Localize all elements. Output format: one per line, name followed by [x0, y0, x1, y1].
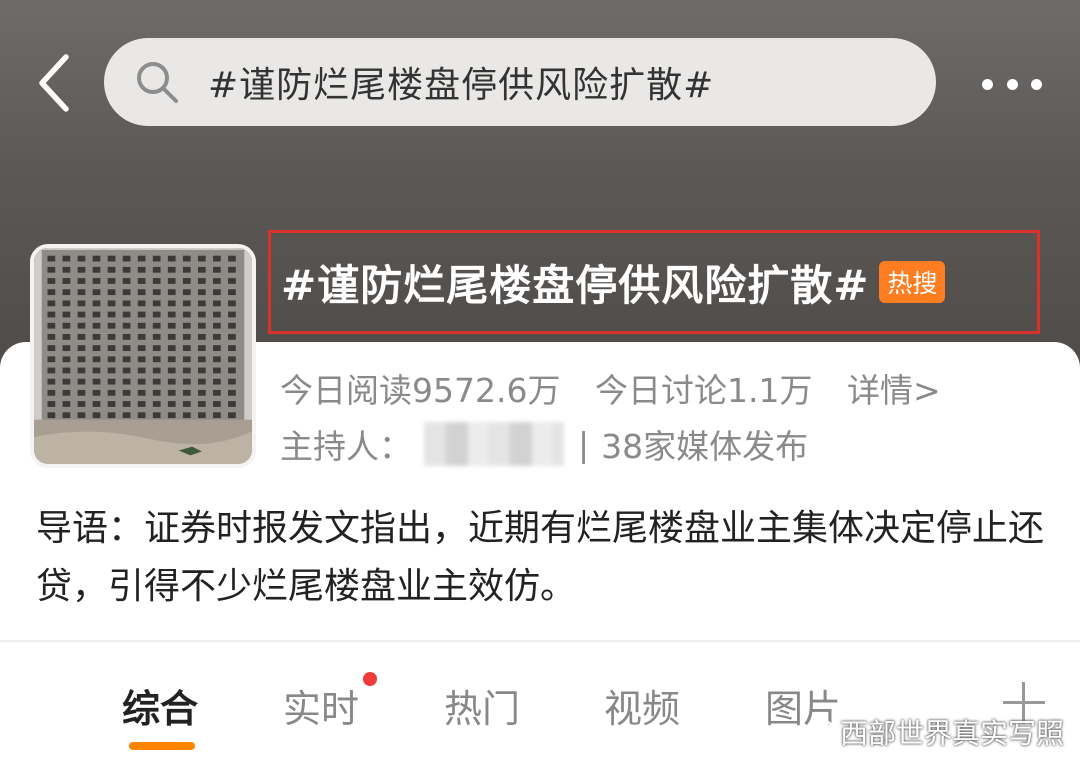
active-tab-indicator: [129, 742, 195, 750]
watermark: 西部世界真实写照: [796, 712, 1064, 752]
more-dots-icon: [982, 78, 993, 90]
tab-comprehensive[interactable]: 综合: [122, 678, 198, 733]
back-button[interactable]: [26, 48, 82, 118]
today-read-count: 今日阅读9572.6万: [280, 371, 561, 410]
today-discuss-count: 今日讨论1.1万: [594, 371, 813, 410]
detail-link[interactable]: 详情>: [847, 371, 941, 410]
building-image: [34, 248, 252, 464]
search-query-text: #谨防烂尾楼盘停供风险扩散#: [208, 65, 715, 106]
tab-hot[interactable]: 热门: [444, 678, 520, 733]
hot-search-badge: 热搜: [879, 261, 946, 303]
more-dot: [1031, 78, 1042, 90]
topic-intro: 导语：证券时报发文指出，近期有烂尾楼盘业主集体决定停止还贷，引得不少烂尾楼盘业主…: [36, 508, 1045, 607]
host-name-blurred[interactable]: [424, 422, 564, 466]
more-button[interactable]: [976, 60, 1048, 108]
topic-title-highlight: #谨防烂尾楼盘停供风险扩散# 热搜: [268, 230, 1040, 334]
tab-realtime[interactable]: 实时: [283, 678, 359, 733]
topic-thumbnail[interactable]: [30, 244, 256, 468]
weibo-logo-icon: [796, 719, 834, 748]
topic-stats: 今日阅读9572.6万 今日讨论1.1万 详情>: [280, 364, 941, 412]
search-icon: [134, 59, 180, 105]
host-info: 主持人： | 38家媒体发布: [280, 420, 808, 468]
separator: |: [578, 424, 590, 464]
divider: [0, 640, 1080, 642]
media-count: 38家媒体发布: [601, 427, 809, 466]
host-label: 主持人：: [280, 427, 412, 466]
tab-video[interactable]: 视频: [604, 678, 680, 733]
search-input[interactable]: #谨防烂尾楼盘停供风险扩散#: [104, 38, 936, 126]
topic-title[interactable]: #谨防烂尾楼盘停供风险扩散#: [281, 252, 869, 313]
more-dot: [1006, 78, 1018, 90]
chevron-left-icon: [39, 54, 69, 112]
watermark-text: 西部世界真实写照: [840, 717, 1065, 750]
notification-dot: [363, 672, 377, 686]
